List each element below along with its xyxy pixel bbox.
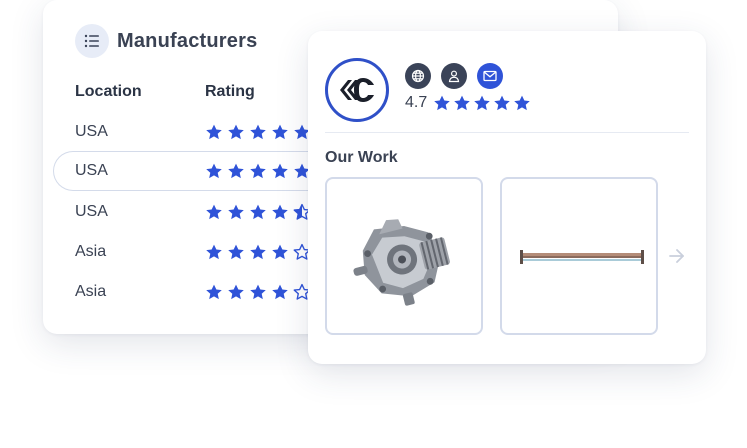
star-full-icon [228,163,244,178]
metal-rod-image [520,250,644,264]
star-full-icon [474,95,491,111]
divider [325,132,689,133]
company-logo-mark [340,78,374,102]
manufacturers-title: Manufacturers [117,29,258,52]
rating-stars [433,94,533,112]
star-full-icon [228,244,244,260]
rating-column-header: Rating [205,83,255,100]
manufacturer-profile-card: 4.7 Our Work [308,31,706,364]
location-cell: USA [75,203,108,220]
star-full-icon [228,204,244,220]
mail-icon[interactable] [477,63,503,89]
rating-stars [205,283,315,301]
work-item-metal-rod[interactable] [500,177,658,335]
next-arrow-icon[interactable] [668,248,686,269]
location-cell: Asia [75,283,107,300]
star-full-icon [250,124,266,140]
location-cell: USA [75,161,108,179]
rating-value: 4.7 [405,94,428,111]
manufacturers-header: Manufacturers [75,24,257,58]
work-item-water-pump[interactable] [325,177,483,335]
star-full-icon [206,163,222,178]
location-cell: Asia [75,243,107,260]
star-full-icon [206,124,222,140]
rating-stars [205,203,315,221]
contact-icons [405,63,513,89]
star-full-icon [250,163,266,178]
user-icon[interactable] [441,63,467,89]
star-full-icon [228,124,244,140]
star-full-icon [514,95,531,111]
star-full-icon [206,204,222,220]
water-pump-image [353,219,450,306]
star-full-icon [272,204,288,220]
location-cell: USA [75,123,108,140]
star-full-icon [228,284,244,300]
globe-icon[interactable] [405,63,431,89]
star-full-icon [494,95,511,111]
rating-stars [205,162,315,180]
star-full-icon [272,163,288,178]
star-full-icon [206,284,222,300]
star-full-icon [272,124,288,140]
company-rating: 4.7 [405,94,533,112]
star-full-icon [272,284,288,300]
star-full-icon [250,284,266,300]
rating-stars [205,243,315,261]
star-full-icon [434,95,451,111]
our-work-title: Our Work [325,149,398,166]
star-full-icon [206,244,222,260]
company-logo [325,58,389,122]
star-full-icon [250,244,266,260]
location-column-header: Location [75,83,142,100]
star-full-icon [272,244,288,260]
star-full-icon [454,95,471,111]
list-icon [75,24,109,58]
star-full-icon [250,204,266,220]
rating-stars [205,123,315,141]
